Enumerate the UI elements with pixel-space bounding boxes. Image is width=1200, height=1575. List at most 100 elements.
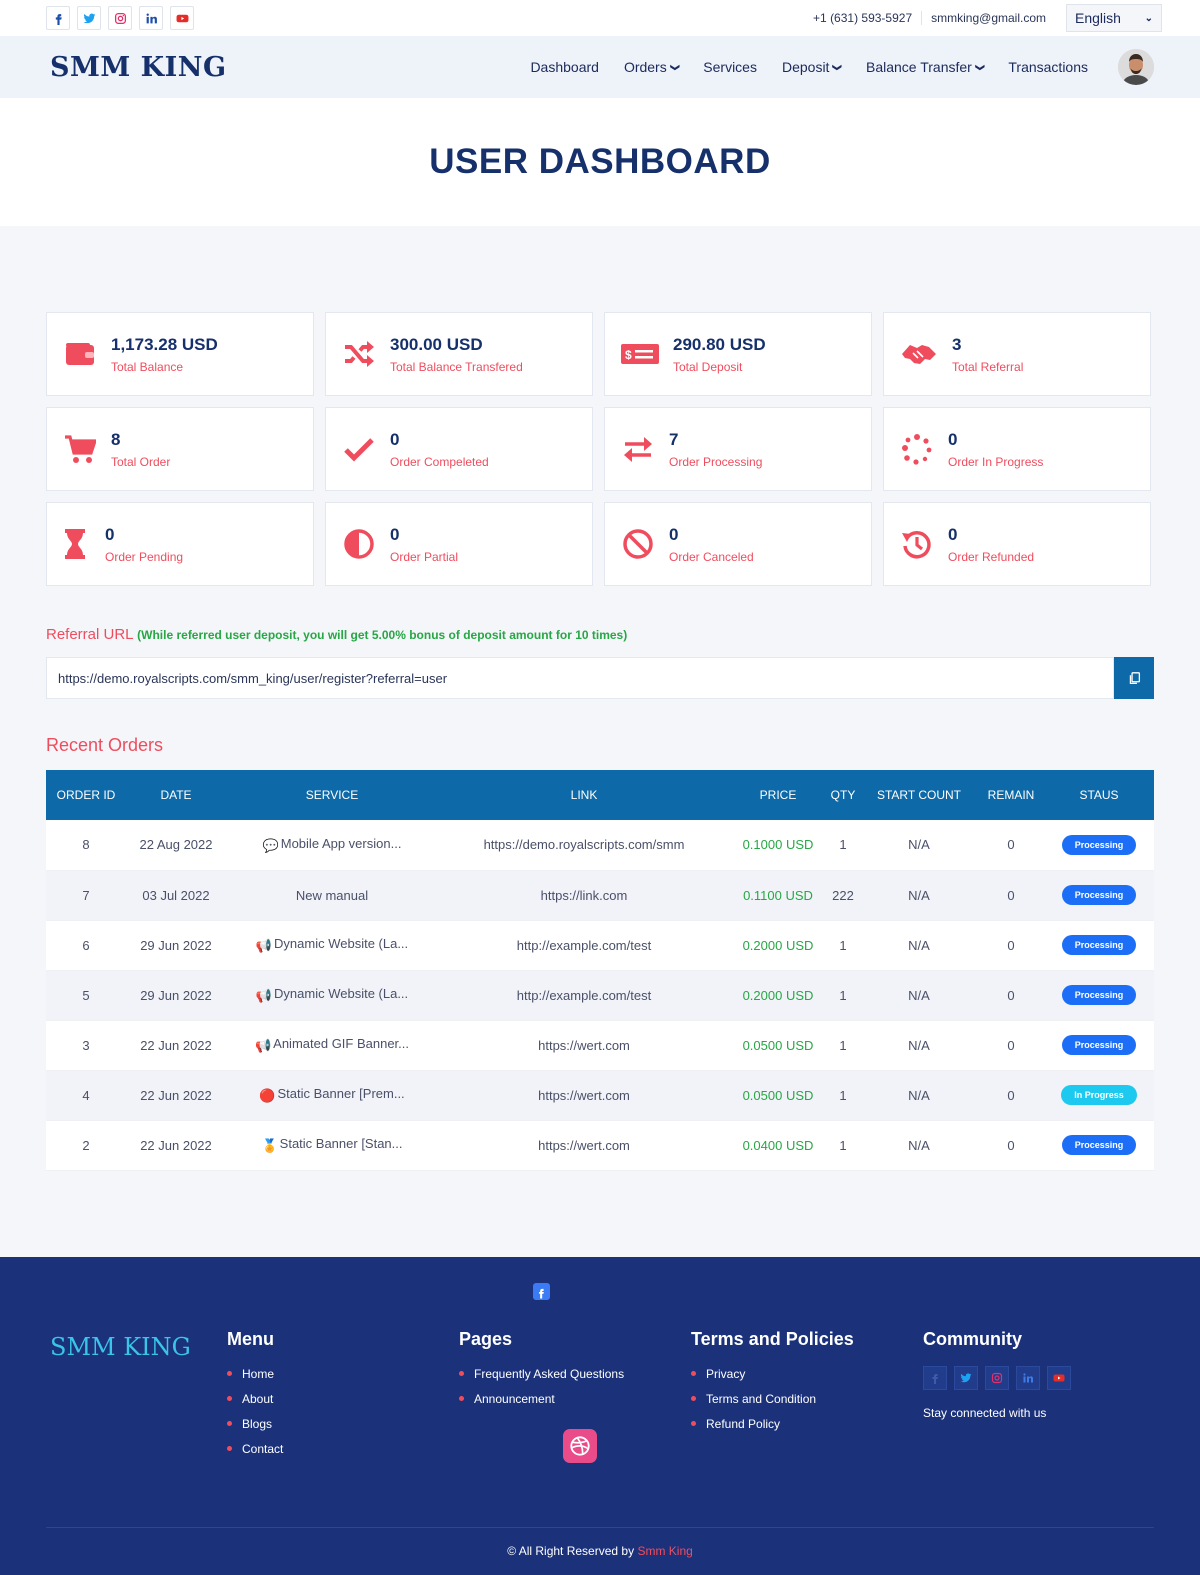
status-badge: Processing [1061,1135,1137,1155]
nav-services-label: Services [703,59,757,75]
nav-transactions[interactable]: Transactions [1008,59,1088,75]
start-count-text: N/A [908,1137,930,1153]
footer-community-title: Community [923,1328,1022,1349]
table-row: 5 29 Jun 2022 📢 Dynamic Website (La... http:… [46,970,1154,1021]
wallet-icon [63,337,97,371]
link-text[interactable]: http://example.com/test [517,938,651,953]
email-address[interactable]: smmking@gmail.com [922,11,1066,25]
copyright-text: © All Right Reserved by [507,1543,635,1558]
phone-number[interactable]: +1 (631) 593-5927 [813,11,923,25]
nav-dashboard[interactable]: Dashboard [530,59,599,75]
start-count-cell: N/A [860,1120,978,1171]
service-icon: 📢 [255,938,273,953]
footer-link-terms[interactable]: Terms and Condition [691,1392,854,1406]
status-badge: Processing [1061,1035,1137,1055]
footer-menu: Menu Home About Blogs Contact [227,1329,283,1467]
status-cell: Processing [1044,870,1154,921]
remain-text: 0 [1007,937,1015,953]
col-price: PRICE [759,788,797,802]
order-id-text: 5 [82,987,90,1003]
stat-value: 0 [105,524,115,544]
user-avatar[interactable] [1118,49,1154,85]
language-value: English [1075,10,1121,26]
stat-value: 3 [952,334,962,354]
twitter-icon[interactable] [954,1365,978,1390]
stat-card-order-refunded: 0 Order Refunded [883,502,1151,586]
stat-value: 8 [111,429,121,449]
footer-divider [46,1526,1154,1528]
status-cell: In Progress [1044,1070,1154,1121]
footer-link-home[interactable]: Home [227,1367,283,1381]
footer-link-blogs[interactable]: Blogs [227,1417,283,1431]
facebook-icon[interactable] [923,1365,947,1390]
check-icon [342,432,376,466]
instagram-icon[interactable] [985,1365,1009,1390]
dribbble-icon[interactable] [563,1428,597,1463]
link-cell: https://wert.com [438,1070,730,1121]
col-date: DATE [160,788,192,802]
stat-card-order-processing: 7 Order Processing [604,407,872,491]
price-text: 0.0500 USD [742,1087,814,1103]
remain-text: 0 [1007,837,1015,853]
referral-url-field[interactable]: https://demo.royalscripts.com/smm_king/u… [46,657,1114,699]
footer-link-announcement[interactable]: Announcement [459,1392,624,1406]
youtube-icon[interactable] [170,6,194,30]
link-text[interactable]: https://wert.com [538,1138,630,1153]
start-count-text: N/A [908,887,930,903]
link-text[interactable]: https://wert.com [538,1088,630,1103]
order-id-cell: 4 [46,1070,126,1121]
price-cell: 0.1100 USD [730,870,826,921]
half-circle-icon [342,527,376,561]
nav-orders[interactable]: Orders ❯ [624,59,680,75]
order-id-text: 3 [82,1037,90,1053]
link-text[interactable]: https://wert.com [538,1038,630,1053]
footer-link-contact[interactable]: Contact [227,1442,283,1456]
nav-services[interactable]: Services [703,59,757,75]
service-icon: 🏅 [261,1138,278,1153]
qty-cell: 1 [826,1120,860,1171]
stat-label: Order Pending [105,549,184,564]
link-text[interactable]: http://example.com/test [517,988,651,1003]
footer-link-about[interactable]: About [227,1392,283,1406]
copy-button[interactable] [1114,657,1154,699]
link-text[interactable]: https://demo.royalscripts.com/smm [484,837,685,852]
referral-url-group: https://demo.royalscripts.com/smm_king/u… [46,657,1154,699]
link-cell: https://link.com [438,870,730,921]
order-id-cell: 7 [46,870,126,921]
facebook-icon[interactable] [46,6,70,30]
handshake-icon [900,337,938,371]
stat-card-order-pending: 0 Order Pending [46,502,314,586]
qty-text: 1 [839,1137,847,1153]
copyright: © All Right Reserved by Smm King [0,1544,1200,1558]
copyright-brand-link[interactable]: Smm King [637,1544,692,1558]
date-cell: 22 Jun 2022 [126,1070,226,1121]
stat-card-order-canceled: 0 Order Canceled [604,502,872,586]
linkedin-icon[interactable] [1016,1365,1040,1390]
start-count-text: N/A [908,937,930,953]
facebook-icon[interactable] [533,1282,550,1300]
footer-terms: Terms and Policies Privacy Terms and Con… [691,1329,854,1442]
footer-link-privacy[interactable]: Privacy [691,1367,854,1381]
footer-link-faq[interactable]: Frequently Asked Questions [459,1367,624,1381]
spinner-icon [900,432,934,466]
price-text: 0.2000 USD [742,987,814,1003]
linkedin-icon[interactable] [139,6,163,30]
footer-social-links [923,1365,1071,1390]
twitter-icon[interactable] [77,6,101,30]
language-select[interactable]: English ⌄ [1066,4,1162,32]
qty-cell: 1 [826,970,860,1021]
link-text[interactable]: https://link.com [541,888,628,903]
start-count-cell: N/A [860,920,978,971]
nav-balance-transfer[interactable]: Balance Transfer ❯ [866,59,985,75]
footer-brand[interactable]: SMM KING [50,1333,191,1361]
footer-pages-title: Pages [459,1328,513,1349]
instagram-icon[interactable] [108,6,132,30]
col-start-count: START COUNT [876,788,961,802]
footer-link-refund[interactable]: Refund Policy [691,1417,854,1431]
youtube-icon[interactable] [1047,1365,1071,1390]
status-badge: Processing [1061,985,1137,1005]
brand-logo[interactable]: SMM KING [50,52,227,83]
col-qty: QTY [830,788,856,802]
nav-deposit[interactable]: Deposit ❯ [782,59,843,75]
start-count-cell: N/A [860,820,978,871]
